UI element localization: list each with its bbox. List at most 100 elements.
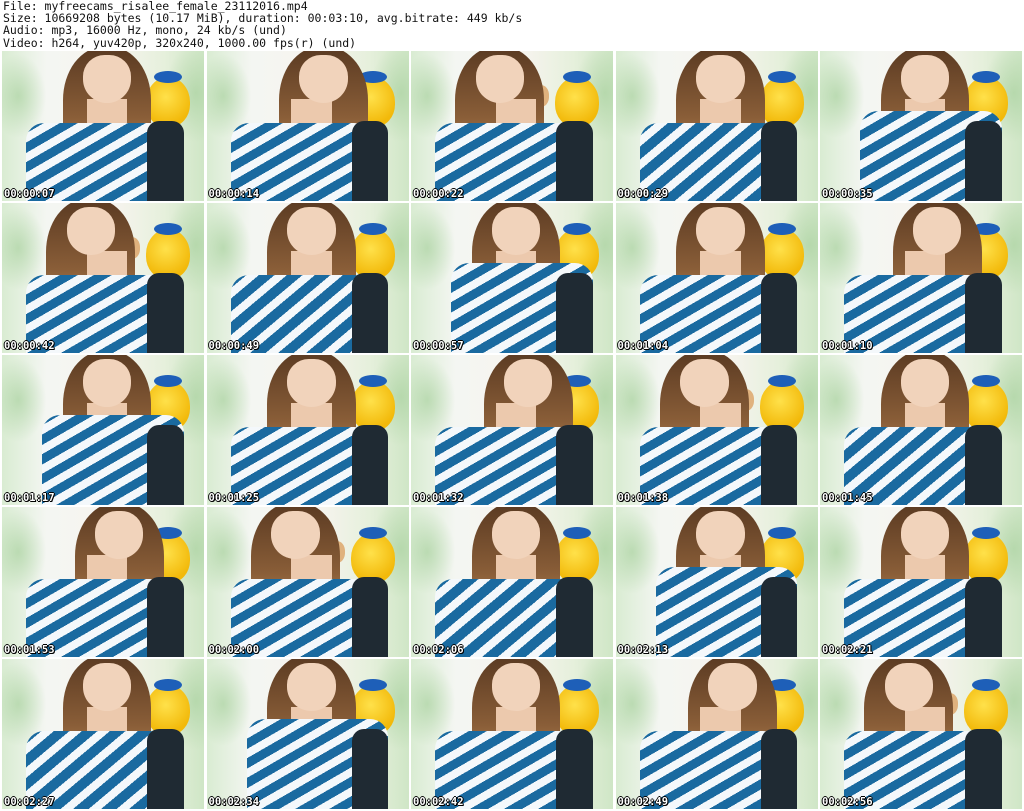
- person-face: [900, 359, 950, 407]
- person-face: [287, 359, 336, 407]
- video-thumbnail[interactable]: 00:02:34: [206, 659, 409, 809]
- video-thumbnail[interactable]: 00:01:17: [2, 355, 204, 505]
- lace-sleeve: [965, 729, 1002, 809]
- person-face: [696, 207, 745, 255]
- thumbnail-timestamp: 00:02:42: [413, 796, 464, 808]
- thumbnail-timestamp: 00:02:06: [413, 644, 464, 656]
- video-thumbnail[interactable]: 00:00:29: [615, 51, 818, 201]
- person-face: [94, 511, 144, 559]
- person-face: [299, 55, 348, 103]
- thumbnail-timestamp: 00:00:35: [822, 188, 873, 200]
- person-face: [900, 55, 950, 103]
- thumbnail-grid: 00:00:07 00:00:14 00:00:22 00:00:29 00:00:35…: [2, 51, 1022, 809]
- lace-sleeve: [556, 729, 593, 809]
- person-face: [66, 207, 116, 255]
- thumbnail-timestamp: 00:02:00: [208, 644, 260, 656]
- video-thumbnail[interactable]: 00:02:13: [615, 507, 818, 657]
- lace-sleeve: [760, 121, 798, 201]
- person-face: [708, 663, 757, 711]
- video-thumbnail[interactable]: 00:02:56: [820, 659, 1022, 809]
- lace-sleeve: [965, 121, 1002, 201]
- thumbnail-timestamp: 00:01:32: [413, 492, 464, 504]
- lace-sleeve: [965, 577, 1002, 657]
- person-face: [696, 55, 745, 103]
- person-face: [271, 511, 320, 559]
- yellow-plush-toy: [350, 223, 395, 279]
- thumbnail-timestamp: 00:00:42: [4, 340, 55, 352]
- person-face: [900, 511, 950, 559]
- person-face: [287, 663, 336, 711]
- thumbnail-timestamp: 00:01:04: [617, 340, 669, 352]
- video-thumbnail[interactable]: 00:02:27: [2, 659, 204, 809]
- person-face: [82, 55, 132, 103]
- lace-sleeve: [760, 577, 798, 657]
- thumbnail-timestamp: 00:00:14: [208, 188, 260, 200]
- video-thumbnail[interactable]: 00:01:45: [820, 355, 1022, 505]
- lace-sleeve: [147, 577, 184, 657]
- lace-sleeve: [351, 273, 389, 353]
- video-info-line: Video: h264, yuv420p, 320x240, 1000.00 f…: [3, 35, 357, 50]
- lace-sleeve: [965, 425, 1002, 505]
- video-thumbnail[interactable]: 00:02:49: [615, 659, 818, 809]
- video-thumbnail[interactable]: 00:01:10: [820, 203, 1022, 353]
- person-face: [82, 663, 132, 711]
- thumbnail-timestamp: 00:02:49: [617, 796, 669, 808]
- thumbnail-timestamp: 00:02:13: [617, 644, 669, 656]
- thumbnail-timestamp: 00:01:17: [4, 492, 55, 504]
- lace-sleeve: [147, 729, 184, 809]
- person-face: [696, 511, 745, 559]
- lace-sleeve: [760, 273, 798, 353]
- thumbnail-timestamp: 00:01:38: [617, 492, 669, 504]
- thumbnail-timestamp: 00:01:25: [208, 492, 260, 504]
- thumbnail-timestamp: 00:01:10: [822, 340, 873, 352]
- yellow-plush-toy: [759, 71, 804, 127]
- person-face: [82, 359, 132, 407]
- video-thumbnail[interactable]: 00:01:38: [615, 355, 818, 505]
- lace-sleeve: [965, 273, 1002, 353]
- yellow-plush-toy: [964, 527, 1008, 583]
- thumbnail-timestamp: 00:00:29: [617, 188, 669, 200]
- yellow-plush-toy: [350, 527, 395, 583]
- video-thumbnail[interactable]: 00:00:57: [411, 203, 613, 353]
- person-face: [287, 207, 336, 255]
- lace-sleeve: [556, 121, 593, 201]
- lace-sleeve: [556, 425, 593, 505]
- video-thumbnail[interactable]: 00:01:53: [2, 507, 204, 657]
- lace-sleeve: [147, 425, 184, 505]
- yellow-plush-toy: [759, 375, 804, 431]
- thumbnail-timestamp: 00:02:21: [822, 644, 873, 656]
- video-thumbnail[interactable]: 00:00:07: [2, 51, 204, 201]
- audio-info-line: Audio: mp3, 16000 Hz, mono, 24 kb/s (und…: [3, 23, 287, 38]
- thumbnail-timestamp: 00:00:49: [208, 340, 260, 352]
- lace-sleeve: [556, 273, 593, 353]
- video-thumbnail[interactable]: 00:02:21: [820, 507, 1022, 657]
- lace-sleeve: [351, 729, 389, 809]
- yellow-plush-toy: [146, 223, 190, 279]
- person-face: [680, 359, 729, 407]
- thumbnail-timestamp: 00:02:34: [208, 796, 260, 808]
- video-thumbnail[interactable]: 00:01:04: [615, 203, 818, 353]
- video-thumbnail[interactable]: 00:00:42: [2, 203, 204, 353]
- video-thumbnail[interactable]: 00:01:32: [411, 355, 613, 505]
- lace-sleeve: [351, 425, 389, 505]
- video-thumbnail[interactable]: 00:00:35: [820, 51, 1022, 201]
- video-thumbnail[interactable]: 00:02:06: [411, 507, 613, 657]
- person-face: [503, 359, 553, 407]
- thumbnail-timestamp: 00:00:22: [413, 188, 464, 200]
- video-thumbnail[interactable]: 00:00:22: [411, 51, 613, 201]
- thumbnail-timestamp: 00:00:57: [413, 340, 464, 352]
- video-thumbnail[interactable]: 00:02:00: [206, 507, 409, 657]
- lace-sleeve: [147, 273, 184, 353]
- yellow-plush-toy: [555, 71, 599, 127]
- yellow-plush-toy: [555, 527, 599, 583]
- video-thumbnail[interactable]: 00:00:49: [206, 203, 409, 353]
- thumbnail-timestamp: 00:02:56: [822, 796, 873, 808]
- person-face: [884, 663, 934, 711]
- video-thumbnail[interactable]: 00:00:14: [206, 51, 409, 201]
- person-face: [491, 207, 541, 255]
- thumbnail-timestamp: 00:00:07: [4, 188, 55, 200]
- video-thumbnail[interactable]: 00:02:42: [411, 659, 613, 809]
- video-thumbnail[interactable]: 00:01:25: [206, 355, 409, 505]
- person-face: [491, 511, 541, 559]
- person-face: [475, 55, 525, 103]
